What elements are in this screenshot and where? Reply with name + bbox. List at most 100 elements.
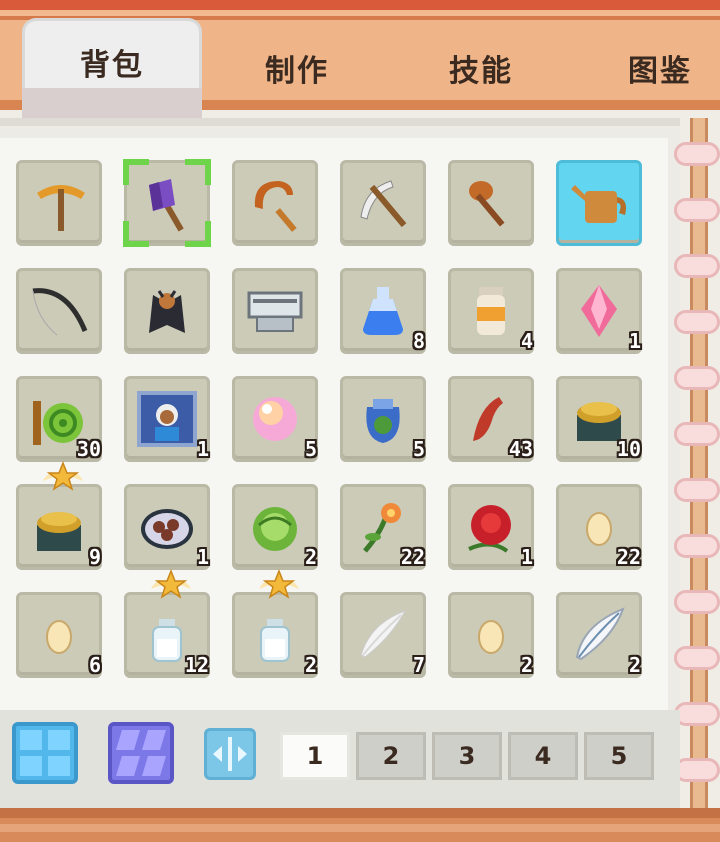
red-rose-icon xyxy=(468,505,511,553)
inventory-slot[interactable]: 7 xyxy=(340,592,426,678)
item-count: 22 xyxy=(616,545,641,569)
inventory-slot[interactable]: 1 xyxy=(448,484,534,570)
inventory-slot[interactable] xyxy=(123,159,211,247)
item-count: 5 xyxy=(304,437,317,461)
item-count: 30 xyxy=(76,437,101,461)
inventory-grid: 8 4 1 30 1 5 5 43 10 9 1 2 22 1 22 6 12 2 7 2 2 xyxy=(16,159,642,678)
tab-label: 背包 xyxy=(80,47,144,83)
tab-collection[interactable]: 图鉴 xyxy=(590,26,720,110)
grid-four-icon xyxy=(20,730,70,776)
gold-pot-star-icon xyxy=(37,512,81,551)
item-count: 22 xyxy=(400,545,425,569)
machine-icon xyxy=(247,291,303,332)
inventory-slot[interactable]: 30 xyxy=(16,376,102,462)
inventory-slot[interactable]: 5 xyxy=(340,376,426,462)
inventory-slot[interactable]: 1 xyxy=(124,484,210,570)
inventory-slot[interactable]: 6 xyxy=(16,592,102,678)
orange-jar-icon xyxy=(477,287,505,335)
inventory-slot[interactable]: 12 xyxy=(124,569,210,678)
item-count: 6 xyxy=(88,653,101,677)
expand-button[interactable] xyxy=(204,728,256,780)
selection-corner xyxy=(185,159,211,185)
dish-icon xyxy=(141,509,193,549)
grid-slanted-icon xyxy=(116,730,166,776)
tab-label: 制作 xyxy=(265,54,329,89)
tab-crafting[interactable]: 制作 xyxy=(222,26,372,110)
item-count: 1 xyxy=(196,545,209,569)
tab-label: 技能 xyxy=(449,54,513,89)
watering-can-icon xyxy=(571,185,626,223)
page-number: 2 xyxy=(382,742,400,770)
item-count: 7 xyxy=(412,653,425,677)
inventory-slot[interactable]: 22 xyxy=(556,484,642,570)
item-count: 12 xyxy=(184,653,209,677)
item-count: 2 xyxy=(628,653,641,677)
inventory-slot[interactable]: 8 xyxy=(340,268,426,354)
inventory-slot[interactable]: 9 xyxy=(16,461,102,570)
inventory-slot[interactable]: 2 xyxy=(556,592,642,678)
selection-corner xyxy=(185,221,211,247)
item-count: 9 xyxy=(88,545,101,569)
inventory-slot[interactable] xyxy=(340,160,426,246)
inventory-slot[interactable]: 1 xyxy=(124,376,210,462)
inventory-slot[interactable]: 2 xyxy=(448,592,534,678)
egg-icon xyxy=(46,620,72,654)
fishing-rod-icon xyxy=(32,288,88,336)
grid-view-button[interactable] xyxy=(12,722,78,784)
star-rank-icon xyxy=(151,569,191,599)
inventory-slot[interactable]: 5 xyxy=(232,376,318,462)
inventory-slot[interactable] xyxy=(556,160,642,246)
inventory-slot[interactable] xyxy=(448,160,534,246)
item-count: 10 xyxy=(616,437,641,461)
inventory-slot[interactable]: 43 xyxy=(448,376,534,462)
inventory-slot[interactable]: 4 xyxy=(448,268,534,354)
page-button-2[interactable]: 2 xyxy=(356,732,426,780)
herb-pouch-icon xyxy=(366,399,400,443)
bat-costume-icon xyxy=(149,290,185,333)
pink-crystal-icon xyxy=(581,285,617,337)
silver-feather-icon xyxy=(575,607,625,661)
inventory-slot[interactable] xyxy=(124,268,210,354)
pickaxe-icon xyxy=(37,185,85,231)
inventory-slot[interactable] xyxy=(232,268,318,354)
item-count: 5 xyxy=(412,437,425,461)
tab-skills[interactable]: 技能 xyxy=(406,26,556,110)
inventory-slot[interactable]: 2 xyxy=(232,484,318,570)
inventory-slot[interactable]: 10 xyxy=(556,376,642,462)
item-count: 2 xyxy=(520,653,533,677)
page-button-1[interactable]: 1 xyxy=(280,732,350,780)
page-number: 1 xyxy=(306,742,324,770)
sickle-icon xyxy=(254,181,297,232)
selection-corner xyxy=(123,221,149,247)
tab-backpack[interactable]: 背包 xyxy=(22,18,202,118)
item-count: 1 xyxy=(628,329,641,353)
inventory-slot[interactable]: 22 xyxy=(340,484,426,570)
item-count: 8 xyxy=(412,329,425,353)
bottom-frame xyxy=(0,808,720,842)
page-button-4[interactable]: 4 xyxy=(508,732,578,780)
inventory-slot[interactable]: 2 xyxy=(232,569,318,678)
grid-alt-view-button[interactable] xyxy=(108,722,174,784)
page-button-5[interactable]: 5 xyxy=(584,732,654,780)
item-count: 1 xyxy=(520,545,533,569)
inventory-slot[interactable] xyxy=(16,160,102,246)
item-count: 2 xyxy=(304,545,317,569)
page-button-3[interactable]: 3 xyxy=(432,732,502,780)
inventory-slot[interactable] xyxy=(16,268,102,354)
inventory-slot[interactable]: 1 xyxy=(556,268,642,354)
page-number: 4 xyxy=(534,742,552,770)
inventory-slot[interactable] xyxy=(232,160,318,246)
selection-corner xyxy=(123,159,149,185)
pearl-icon xyxy=(253,397,297,441)
white-feather-icon xyxy=(360,610,407,658)
page-number: 3 xyxy=(458,742,476,770)
page-number: 5 xyxy=(610,742,628,770)
item-count: 4 xyxy=(520,329,533,353)
cabbage-icon xyxy=(253,507,297,551)
star-rank-icon xyxy=(43,461,83,491)
scythe-icon xyxy=(360,180,407,228)
tab-label: 图鉴 xyxy=(628,54,692,89)
resize-arrows-icon xyxy=(213,737,247,771)
star-rank-icon xyxy=(259,569,299,599)
blue-potion-icon xyxy=(363,287,403,335)
